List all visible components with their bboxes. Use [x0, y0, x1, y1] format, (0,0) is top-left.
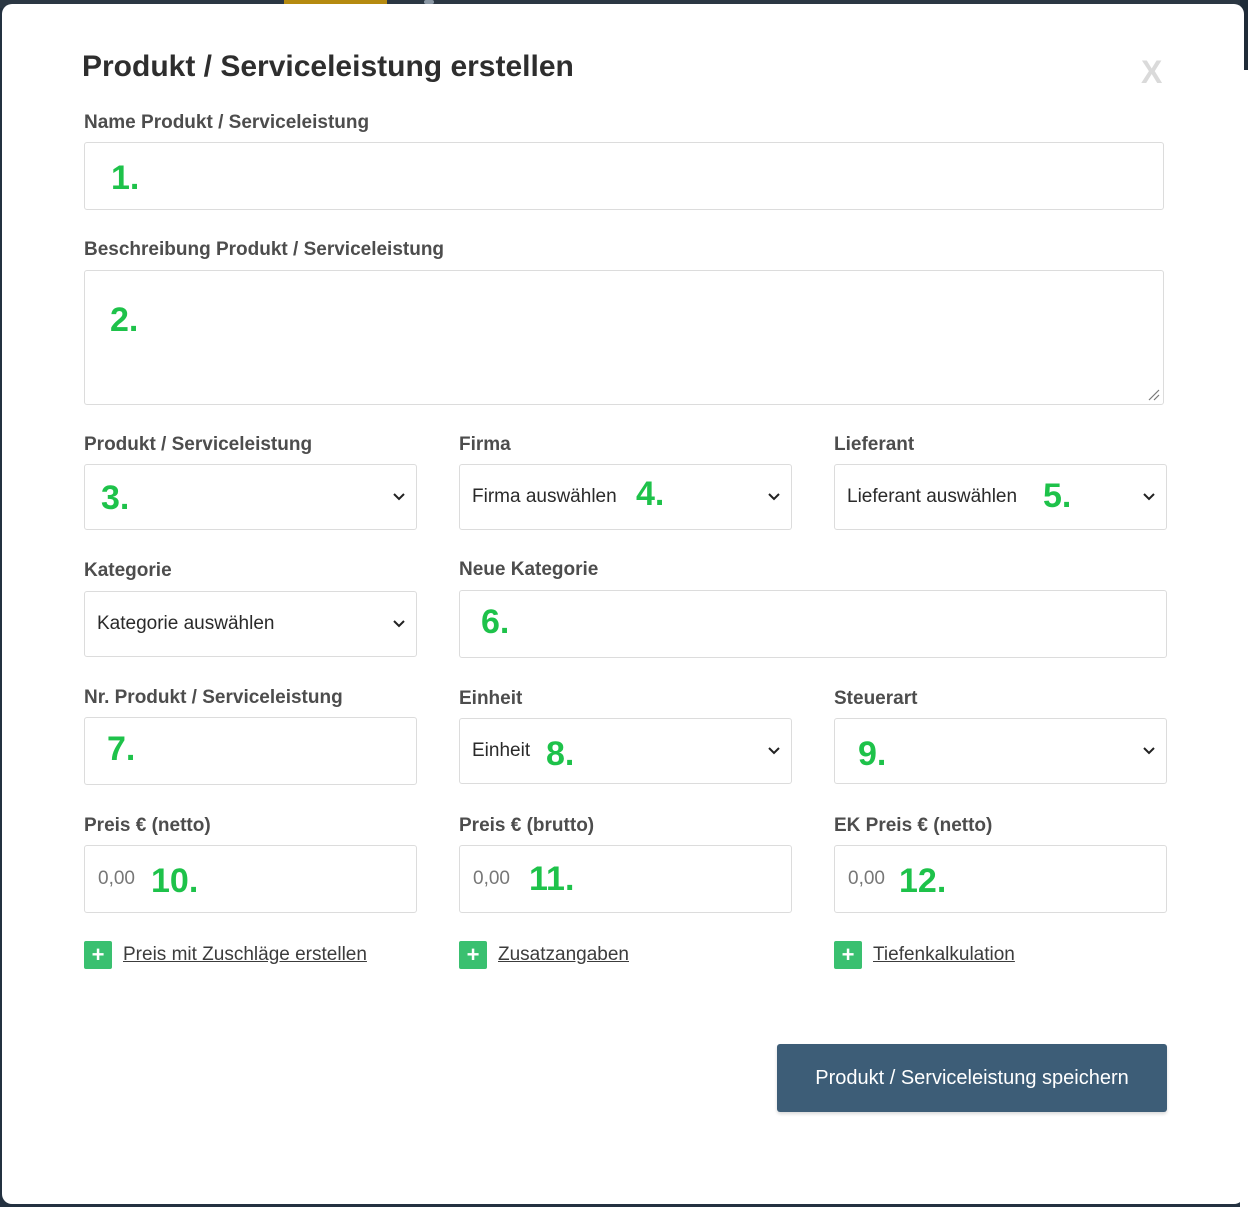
name-input[interactable]: 1. — [84, 142, 1164, 210]
company-select[interactable]: Firma auswählen 4. — [459, 464, 792, 530]
category-select-value: Kategorie auswählen — [97, 613, 275, 634]
deep-calculation-link[interactable]: Tiefenkalkulation — [873, 944, 1015, 966]
purchase-price-label: EK Preis € (netto) — [834, 815, 993, 836]
supplier-label: Lieferant — [834, 434, 915, 455]
chevron-down-icon — [393, 620, 405, 628]
plus-icon[interactable]: + — [834, 941, 862, 969]
supplier-select[interactable]: Lieferant auswählen 5. — [834, 464, 1167, 530]
resize-handle-icon[interactable] — [1148, 389, 1160, 401]
name-label: Name Produkt / Serviceleistung — [84, 112, 370, 133]
company-label: Firma — [459, 434, 511, 455]
tax-label: Steuerart — [834, 688, 918, 709]
marker-8: 8. — [546, 735, 575, 773]
marker-9: 9. — [858, 735, 887, 773]
tax-select[interactable]: 9. — [834, 718, 1167, 784]
chevron-down-icon — [1143, 747, 1155, 755]
description-textarea[interactable]: 2. — [84, 270, 1164, 405]
new-category-input[interactable]: 6. — [459, 590, 1167, 658]
price-gross-label: Preis € (brutto) — [459, 815, 595, 836]
marker-12: 12. — [899, 862, 947, 900]
marker-1: 1. — [111, 159, 140, 197]
price-net-placeholder: 0,00 — [98, 868, 135, 889]
marker-7: 7. — [107, 730, 136, 768]
number-input[interactable]: 7. — [84, 717, 417, 785]
plus-icon[interactable]: + — [84, 941, 112, 969]
marker-3: 3. — [101, 479, 130, 517]
modal-title: Produkt / Serviceleistung erstellen — [82, 50, 574, 83]
marker-4: 4. — [636, 475, 665, 513]
create-product-modal: Produkt / Serviceleistung erstellen X Na… — [2, 4, 1244, 1204]
price-net-input[interactable]: 0,00 10. — [84, 845, 417, 913]
type-label: Produkt / Serviceleistung — [84, 434, 313, 455]
supplier-select-value: Lieferant auswählen — [847, 486, 1018, 507]
close-icon[interactable]: X — [1141, 54, 1162, 91]
company-select-value: Firma auswählen — [472, 486, 617, 507]
category-label: Kategorie — [84, 560, 172, 581]
marker-11: 11. — [529, 860, 575, 898]
purchase-price-input[interactable]: 0,00 12. — [834, 845, 1167, 913]
marker-5: 5. — [1043, 477, 1072, 515]
chevron-down-icon — [393, 493, 405, 501]
marker-6: 6. — [481, 603, 510, 641]
save-button[interactable]: Produkt / Serviceleistung speichern — [777, 1044, 1167, 1112]
description-label: Beschreibung Produkt / Serviceleistung — [84, 239, 445, 260]
number-label: Nr. Produkt / Serviceleistung — [84, 687, 343, 708]
type-select[interactable]: 3. — [84, 464, 417, 530]
unit-label: Einheit — [459, 688, 523, 709]
surcharges-link[interactable]: Preis mit Zuschläge erstellen — [123, 944, 367, 966]
price-gross-input[interactable]: 0,00 11. — [459, 845, 792, 913]
category-select[interactable]: Kategorie auswählen — [84, 591, 417, 657]
marker-2: 2. — [110, 301, 139, 339]
plus-icon[interactable]: + — [459, 941, 487, 969]
unit-select[interactable]: Einheit 8. — [459, 718, 792, 784]
chevron-down-icon — [1143, 493, 1155, 501]
chevron-down-icon — [768, 493, 780, 501]
unit-select-value: Einheit — [472, 740, 531, 761]
additional-info-link[interactable]: Zusatzangaben — [498, 944, 629, 966]
new-category-label: Neue Kategorie — [459, 559, 599, 580]
marker-10: 10. — [151, 862, 199, 900]
price-gross-placeholder: 0,00 — [473, 868, 510, 889]
purchase-price-placeholder: 0,00 — [848, 868, 885, 889]
chevron-down-icon — [768, 747, 780, 755]
price-net-label: Preis € (netto) — [84, 815, 211, 836]
